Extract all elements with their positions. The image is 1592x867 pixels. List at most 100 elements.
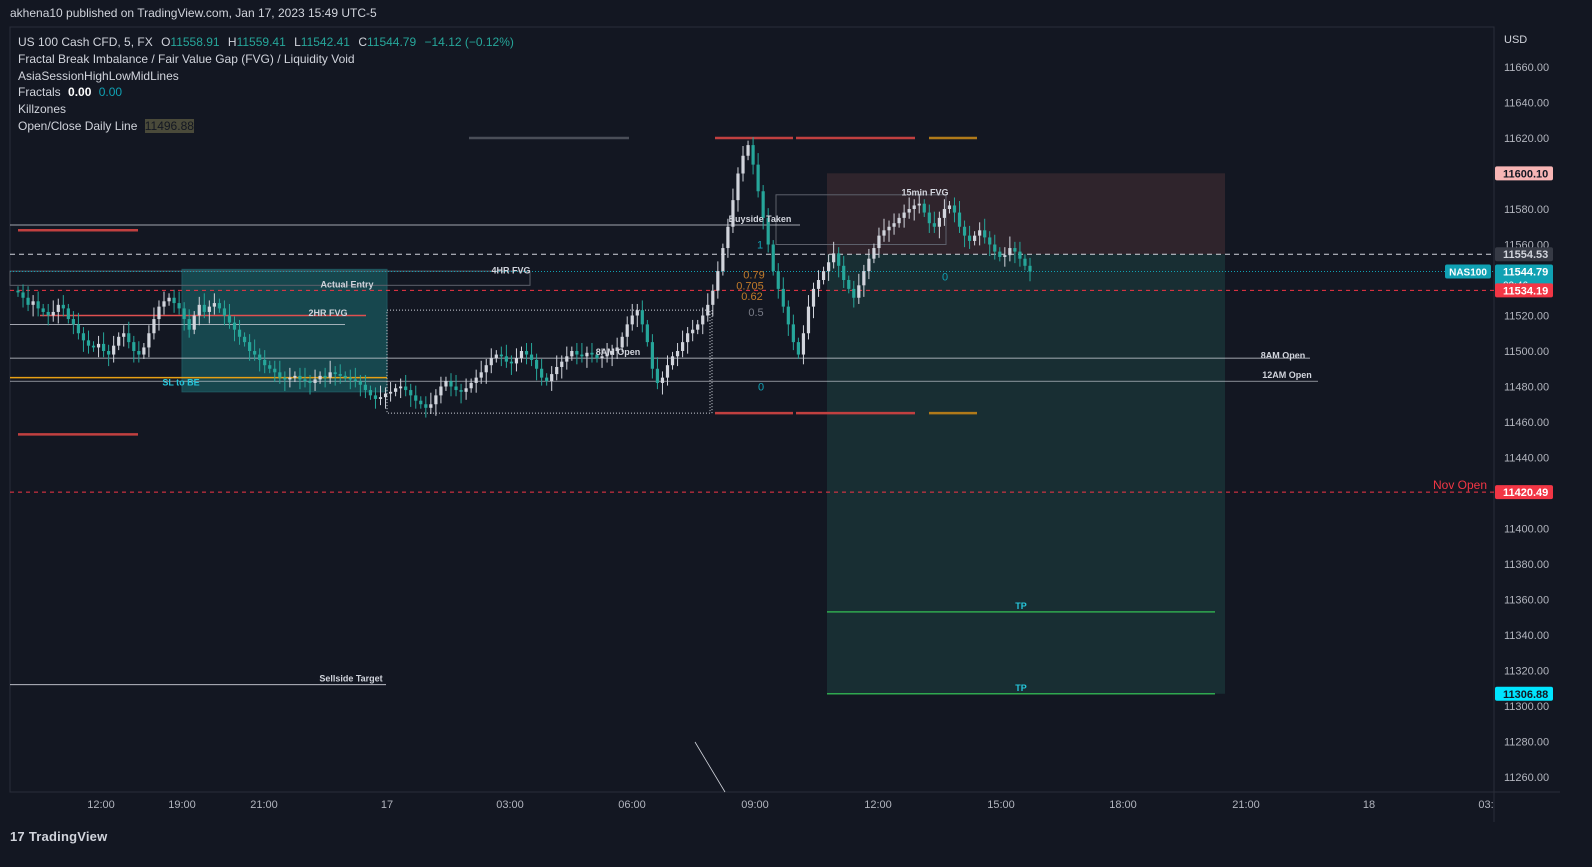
footer-bar <box>0 822 1592 867</box>
candle-body <box>660 377 665 383</box>
x-tick-label: 21:00 <box>1232 799 1260 811</box>
candle-body <box>686 333 690 343</box>
legend-indicator-openclose[interactable]: Open/Close Daily Line 11496.88 <box>18 118 514 135</box>
candle-body <box>691 329 695 334</box>
annotation-label: 8AM Open <box>596 347 641 357</box>
candle-body <box>46 311 50 316</box>
price-axis-label-text: 11534.19 <box>1503 285 1548 297</box>
candle-body <box>36 301 40 309</box>
legend-l-value: 11542.41 <box>300 35 350 49</box>
candle-body <box>545 377 549 382</box>
tradingview-logo[interactable]: 17 TradingView <box>10 829 107 844</box>
candle-body <box>540 368 544 378</box>
y-tick-label: 11400.00 <box>1504 524 1549 536</box>
legend-indicator-fvg[interactable]: Fractal Break Imbalance / Fair Value Gap… <box>18 51 514 68</box>
candle-body <box>182 308 186 320</box>
candle-body <box>781 288 785 307</box>
candle-body <box>655 368 660 383</box>
legend-l-label: L <box>294 35 301 49</box>
candle-body <box>882 230 886 236</box>
candle-body <box>248 342 252 351</box>
candle-body <box>278 372 282 378</box>
fib-label: 1 <box>757 240 763 252</box>
candle-body <box>741 155 745 174</box>
tradingview-mark-icon: 17 <box>10 829 25 844</box>
candle-body <box>645 324 649 343</box>
y-tick-label: 11580.00 <box>1504 204 1549 216</box>
candle-body <box>61 304 65 309</box>
y-tick-label: 11320.00 <box>1504 666 1549 678</box>
candle-body <box>132 342 136 351</box>
legend-indicator-fractals[interactable]: Fractals 0.00 0.00 <box>18 84 514 101</box>
legend-indicator-asia[interactable]: AsiaSessionHighLowMidLines <box>18 68 514 85</box>
candle-body <box>424 404 428 408</box>
annotation-label: TP <box>1015 683 1027 693</box>
candle-body <box>560 361 564 367</box>
candle-body <box>1018 251 1022 259</box>
candle-body <box>479 372 483 378</box>
candle-body <box>555 366 559 375</box>
candle-body <box>701 315 705 325</box>
candle-body <box>852 288 856 298</box>
candle-body <box>751 145 755 165</box>
candle-body <box>122 333 126 337</box>
candle-body <box>152 319 156 334</box>
x-tick-label: 18 <box>1363 799 1375 811</box>
candle-body <box>26 297 30 305</box>
stop-loss-zone <box>827 173 1225 255</box>
candle-body <box>177 303 181 309</box>
candle-body <box>806 306 811 334</box>
candle-body <box>308 381 312 383</box>
candle-body <box>383 393 388 398</box>
y-tick-label: 11480.00 <box>1504 382 1549 394</box>
annotation-label: Buyside Taken <box>729 214 792 224</box>
legend-indicator-killzones[interactable]: Killzones <box>18 101 514 118</box>
candle-body <box>399 386 403 389</box>
annotation-label: TP <box>1015 601 1027 611</box>
candle-body <box>469 382 473 389</box>
candle-body <box>207 306 211 312</box>
y-tick-label: 11260.00 <box>1504 772 1549 784</box>
legend-o-value: 11558.91 <box>170 35 220 49</box>
candle-body <box>993 244 997 252</box>
candle-body <box>947 205 952 209</box>
candle-body <box>640 310 644 325</box>
candle-body <box>489 358 493 366</box>
candle-body <box>303 379 307 382</box>
x-tick-label: 17 <box>381 799 393 811</box>
candle-body <box>434 395 438 405</box>
candle-body <box>202 304 206 312</box>
fractals-value-2: 0.00 <box>98 85 123 100</box>
legend-h-label: H <box>227 35 237 49</box>
y-tick-label: 11280.00 <box>1504 737 1549 749</box>
candle-body <box>827 262 831 272</box>
candle-body <box>711 290 715 305</box>
fib-label: 0 <box>942 271 948 283</box>
candle-body <box>348 377 352 380</box>
candle-body <box>66 308 70 320</box>
candle-body <box>41 308 45 312</box>
candle-body <box>449 381 453 387</box>
candle-body <box>56 304 60 312</box>
candle-body <box>127 333 131 343</box>
candle-body <box>862 271 866 286</box>
candle-body <box>137 351 141 355</box>
openclose-label: Open/Close Daily Line <box>18 118 138 133</box>
candle-body <box>978 230 982 236</box>
annotation-label: 12AM Open <box>1262 370 1312 380</box>
candle-body <box>922 203 926 213</box>
candle-body <box>187 319 191 330</box>
x-tick-label: 03:00 <box>496 799 524 811</box>
candle-body <box>771 244 775 272</box>
candle-body <box>227 315 232 323</box>
candle-body <box>368 390 373 396</box>
candle-body <box>474 377 478 383</box>
candle-body <box>726 226 730 249</box>
y-tick-label: 11440.00 <box>1504 453 1549 465</box>
y-tick-label: 11660.00 <box>1504 62 1549 74</box>
y-tick-label: 11640.00 <box>1504 98 1549 110</box>
candle-body <box>675 351 680 357</box>
candle-body <box>872 248 876 259</box>
candle-body <box>172 297 176 304</box>
candle-body <box>524 351 529 355</box>
